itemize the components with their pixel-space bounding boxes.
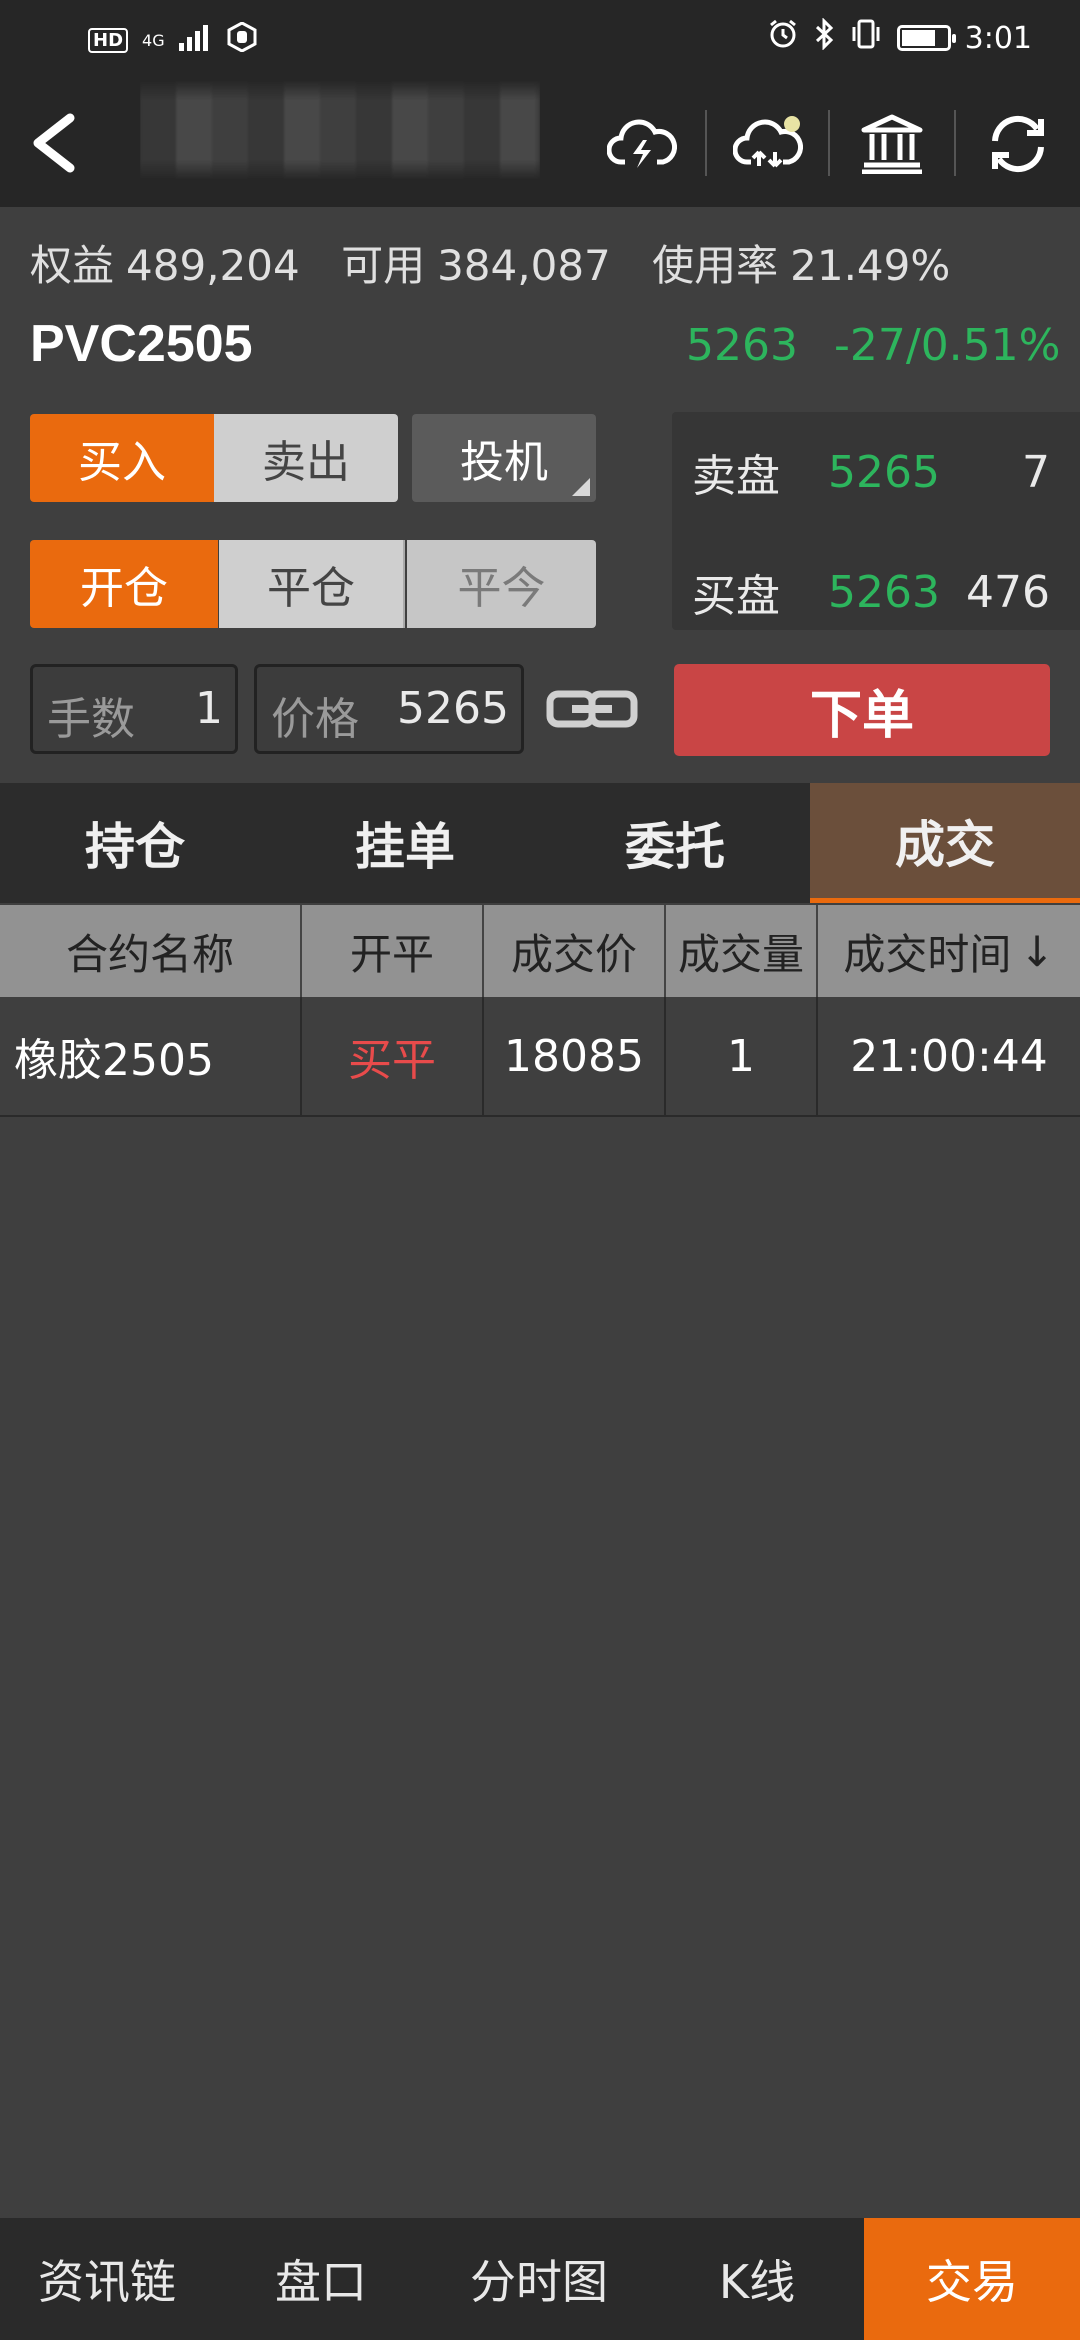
header-divider: [705, 110, 707, 176]
contract-symbol[interactable]: PVC2505: [30, 314, 253, 374]
buy-button[interactable]: 买入: [30, 414, 214, 502]
open-position-button[interactable]: 开仓: [30, 540, 218, 628]
nav-trade[interactable]: 交易: [864, 2218, 1080, 2340]
status-left: HD 4G: [88, 21, 257, 59]
close-today-button[interactable]: 平今: [407, 540, 596, 628]
quantity-field[interactable]: 手数 1: [30, 664, 238, 754]
order-type-label: 投机: [460, 437, 548, 488]
bluetooth-icon: [813, 17, 835, 58]
cell-trade-time: 21:00:44: [850, 1030, 1048, 1082]
status-bar: HD 4G 3:01: [0, 0, 1080, 80]
table-row[interactable]: 橡胶2505 买平 18085 1 21:00:44: [0, 997, 1080, 1117]
ask-label: 卖盘: [692, 451, 780, 502]
price-field[interactable]: 价格 5265: [254, 664, 524, 754]
redacted-title: [140, 80, 540, 180]
hd-icon: HD: [88, 28, 129, 53]
cell-open-close: 买平: [302, 997, 484, 1115]
price-change: -27/0.51%: [834, 320, 1061, 371]
hand-icon: [227, 21, 257, 59]
cloud-flash-button[interactable]: [600, 102, 684, 186]
bank-button[interactable]: [850, 102, 934, 186]
header-open-close[interactable]: 开平: [302, 905, 484, 997]
signal-icon: [178, 23, 213, 58]
alarm-icon: [767, 18, 799, 58]
bank-icon: [861, 114, 923, 174]
battery-icon: [896, 25, 956, 51]
usage-value: 21.49%: [790, 241, 951, 290]
equity: 权益 489,204: [30, 241, 300, 290]
header-trade-price[interactable]: 成交价: [484, 905, 666, 997]
notification-dot: [784, 116, 800, 132]
bid-row[interactable]: 买盘 5263 476: [672, 552, 1080, 632]
orderbook: 卖盘 5265 7 买盘 5263 476: [672, 412, 1080, 630]
close-position-button[interactable]: 平仓: [219, 540, 405, 628]
cloud-sync-button[interactable]: [726, 102, 810, 186]
back-button[interactable]: [20, 100, 100, 186]
nav-order-book[interactable]: 盘口: [214, 2218, 428, 2340]
header-trade-time-label: 成交时间: [843, 929, 1012, 979]
account-summary: 权益 489,204 可用 384,087 使用率 21.49%: [30, 232, 978, 293]
network-label: 4G: [142, 30, 165, 50]
available-value: 384,087: [437, 241, 611, 290]
header-contract-name[interactable]: 合约名称: [0, 905, 302, 997]
bottom-nav: 资讯链 盘口 分时图 K线 交易: [0, 2218, 1080, 2340]
last-price: 5263: [686, 320, 798, 371]
tab-trades[interactable]: 成交: [810, 783, 1080, 903]
tab-bar: 持仓 挂单 委托 成交: [0, 783, 1080, 903]
vibrate-icon: [849, 18, 883, 58]
link-toggle[interactable]: [546, 688, 638, 730]
app-header: [0, 80, 1080, 207]
submit-order-button[interactable]: 下单: [674, 664, 1050, 756]
equity-label: 权益: [30, 241, 115, 290]
dropdown-corner-icon: [572, 478, 590, 496]
chain-link-icon: [546, 690, 638, 728]
ask-volume: 7: [1022, 446, 1050, 498]
cell-trade-price: 18085: [484, 997, 666, 1115]
ask-row[interactable]: 卖盘 5265 7: [672, 432, 1080, 512]
bid-volume: 476: [966, 566, 1050, 618]
nav-kline[interactable]: K线: [650, 2218, 864, 2340]
price-value: 5265: [397, 683, 509, 734]
bid-label: 买盘: [692, 571, 780, 622]
back-arrow-icon: [33, 113, 75, 173]
refresh-button[interactable]: [976, 102, 1060, 186]
tab-positions[interactable]: 持仓: [0, 783, 270, 903]
sell-button[interactable]: 卖出: [214, 414, 398, 502]
equity-value: 489,204: [126, 241, 300, 290]
cell-contract-name: 橡胶2505: [0, 997, 302, 1115]
tab-orders[interactable]: 委托: [540, 783, 810, 903]
header-divider: [828, 110, 830, 176]
quantity-label: 手数: [47, 694, 135, 745]
header-trade-volume[interactable]: 成交量: [666, 905, 818, 997]
available: 可用 384,087: [341, 241, 611, 290]
refresh-icon: [992, 115, 1044, 173]
header-trade-time[interactable]: 成交时间 ↓: [818, 905, 1080, 997]
available-label: 可用: [341, 241, 426, 290]
nav-news-chain[interactable]: 资讯链: [0, 2218, 214, 2340]
price-label: 价格: [271, 694, 359, 745]
order-type-select[interactable]: 投机: [412, 414, 596, 502]
cloud-lightning-icon: [607, 119, 677, 168]
tab-pending[interactable]: 挂单: [270, 783, 540, 903]
usage: 使用率 21.49%: [652, 241, 950, 290]
bid-price: 5263: [828, 566, 940, 618]
sort-down-icon: ↓: [1019, 926, 1055, 976]
clock-time: 3:01: [964, 20, 1032, 56]
quantity-value: 1: [195, 683, 223, 734]
table-header: 合约名称 开平 成交价 成交量 成交时间 ↓: [0, 905, 1080, 997]
status-right: 3:01: [767, 17, 1032, 58]
usage-label: 使用率: [652, 241, 779, 290]
nav-intraday-chart[interactable]: 分时图: [428, 2218, 650, 2340]
header-divider: [954, 110, 956, 176]
ask-price: 5265: [828, 446, 940, 498]
cell-trade-volume: 1: [666, 997, 818, 1115]
